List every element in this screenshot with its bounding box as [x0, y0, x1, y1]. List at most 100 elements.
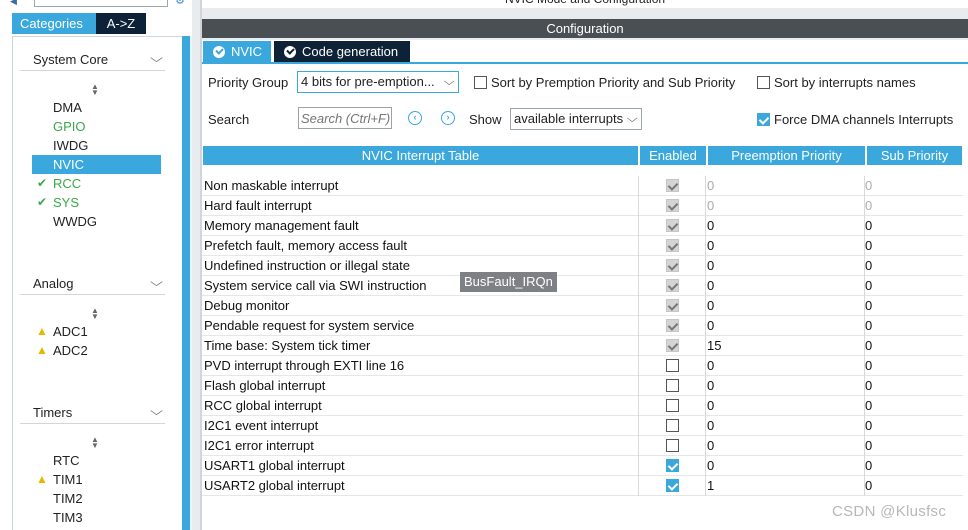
table-row[interactable]: I2C1 error interrupt 0 0: [202, 436, 963, 456]
preemption-priority-cell[interactable]: 15: [707, 336, 721, 356]
preemption-priority-cell[interactable]: 1: [707, 476, 714, 496]
enabled-checkbox[interactable]: [666, 419, 679, 432]
column-header-sub-priority[interactable]: Sub Priority: [867, 146, 962, 165]
column-header-interrupt[interactable]: NVIC Interrupt Table: [203, 146, 638, 165]
gear-icon[interactable]: ⚙: [175, 0, 185, 7]
configuration-title: Configuration: [202, 19, 968, 38]
collapse-arrow-icon[interactable]: ◀: [10, 0, 17, 7]
sidebar-item-tim2[interactable]: TIM2: [32, 489, 181, 508]
chevron-down-icon[interactable]: ⌵: [150, 275, 163, 290]
category-search-input[interactable]: [34, 0, 168, 7]
chevron-down-icon[interactable]: ⌵: [150, 51, 163, 66]
sidebar-item-nvic[interactable]: NVIC: [32, 155, 161, 174]
preemption-priority-cell[interactable]: 0: [707, 396, 714, 416]
tab-nvic[interactable]: NVIC: [203, 41, 271, 62]
tab-categories[interactable]: Categories: [12, 13, 96, 34]
group-header-system-core[interactable]: System Core ⌵: [20, 49, 165, 71]
table-row[interactable]: Undefined instruction or illegal state 0 0: [202, 256, 963, 276]
table-row[interactable]: RCC global interrupt 0 0: [202, 396, 963, 416]
sort-arrows-icon[interactable]: ▲ ▼: [91, 307, 99, 321]
tab-underline: [202, 62, 968, 64]
group-header-analog[interactable]: Analog ⌵: [20, 273, 165, 295]
enabled-checkbox[interactable]: [666, 479, 679, 492]
show-filter-select[interactable]: available interrupts ⌵: [510, 108, 642, 130]
preemption-priority-cell[interactable]: 0: [707, 356, 714, 376]
table-row[interactable]: Flash global interrupt 0 0: [202, 376, 963, 396]
sidebar-item-tim3[interactable]: TIM3: [32, 508, 181, 527]
preemption-priority-cell[interactable]: 0: [707, 216, 714, 236]
group-header-timers[interactable]: Timers ⌵: [20, 402, 165, 424]
sub-priority-cell[interactable]: 0: [865, 236, 872, 256]
search-next-button[interactable]: ›: [441, 111, 455, 125]
sub-priority-cell[interactable]: 0: [865, 396, 872, 416]
sidebar-item-gpio[interactable]: GPIO: [32, 117, 181, 136]
sub-priority-cell[interactable]: 0: [865, 356, 872, 376]
table-row[interactable]: Hard fault interrupt 0 0: [202, 196, 963, 216]
sort-arrows-icon[interactable]: ▲ ▼: [91, 436, 99, 450]
preemption-priority-cell[interactable]: 0: [707, 416, 714, 436]
table-row[interactable]: Non maskable interrupt 0 0: [202, 176, 963, 196]
table-row[interactable]: System service call via SWI instruction 0…: [202, 276, 963, 296]
preemption-priority-cell[interactable]: 0: [707, 236, 714, 256]
sidebar-item-rtc[interactable]: RTC: [32, 451, 181, 470]
tab-a-to-z[interactable]: A->Z: [96, 13, 146, 34]
search-previous-button[interactable]: ‹: [408, 111, 422, 125]
preemption-priority-cell[interactable]: 0: [707, 316, 714, 336]
preemption-priority-cell[interactable]: 0: [707, 296, 714, 316]
table-row[interactable]: I2C1 event interrupt 0 0: [202, 416, 963, 436]
sidebar-item-adc1[interactable]: ▲ ADC1: [32, 322, 181, 341]
sidebar-item-iwdg[interactable]: IWDG: [32, 136, 181, 155]
column-header-enabled[interactable]: Enabled: [640, 146, 706, 165]
column-divider: [638, 336, 639, 356]
sidebar-item-adc2[interactable]: ▲ ADC2: [32, 341, 181, 360]
force-dma-checkbox[interactable]: [757, 113, 770, 126]
sub-priority-cell[interactable]: 0: [865, 416, 872, 436]
search-input[interactable]: [298, 107, 392, 129]
sub-priority-cell[interactable]: 0: [865, 256, 872, 276]
sub-priority-cell[interactable]: 0: [865, 216, 872, 236]
sidebar-item-rcc[interactable]: ✔ RCC: [32, 174, 181, 193]
enabled-checkbox[interactable]: [666, 399, 679, 412]
preemption-priority-cell[interactable]: 0: [707, 456, 714, 476]
table-row[interactable]: PVD interrupt through EXTI line 16 0 0: [202, 356, 963, 376]
chevron-down-icon[interactable]: ⌵: [150, 404, 163, 419]
sort-premption-checkbox[interactable]: [474, 76, 487, 89]
table-row[interactable]: Time base: System tick timer 15 0: [202, 336, 963, 356]
table-row[interactable]: Memory management fault 0 0: [202, 216, 963, 236]
tab-code-generation[interactable]: Code generation: [274, 41, 410, 62]
sub-priority-cell[interactable]: 0: [865, 336, 872, 356]
sub-priority-cell[interactable]: 0: [865, 476, 872, 496]
sort-arrows-icon[interactable]: ▲ ▼: [91, 83, 99, 97]
table-row[interactable]: Pendable request for system service 0 0: [202, 316, 963, 336]
sidebar-item-wwdg[interactable]: WWDG: [32, 212, 181, 231]
table-row[interactable]: Prefetch fault, memory access fault 0 0: [202, 236, 963, 256]
priority-group-select[interactable]: 4 bits for pre-emption... ⌵: [297, 71, 459, 93]
preemption-priority-cell[interactable]: 0: [707, 256, 714, 276]
show-filter-value: available interrupts: [514, 111, 624, 126]
sub-priority-cell[interactable]: 0: [865, 376, 872, 396]
sub-priority-cell[interactable]: 0: [865, 436, 872, 456]
sub-priority-cell[interactable]: 0: [865, 456, 872, 476]
sort-names-checkbox[interactable]: [757, 76, 770, 89]
column-header-preemption[interactable]: Preemption Priority: [708, 146, 865, 165]
enabled-checkbox[interactable]: [666, 459, 679, 472]
enabled-checkbox[interactable]: [666, 439, 679, 452]
table-row[interactable]: USART2 global interrupt 1 0: [202, 476, 963, 496]
preemption-priority-cell[interactable]: 0: [707, 436, 714, 456]
preemption-priority-cell[interactable]: 0: [707, 376, 714, 396]
column-divider: [705, 336, 706, 356]
sub-priority-cell[interactable]: 0: [865, 316, 872, 336]
enabled-checkbox[interactable]: [666, 359, 679, 372]
column-divider: [638, 416, 639, 436]
preemption-priority-cell[interactable]: 0: [707, 276, 714, 296]
table-row[interactable]: USART1 global interrupt 0 0: [202, 456, 963, 476]
interrupt-name: Prefetch fault, memory access fault: [204, 238, 408, 253]
left-scrollbar[interactable]: [182, 36, 190, 530]
sidebar-item-tim1[interactable]: ▲ TIM1: [32, 470, 181, 489]
sub-priority-cell[interactable]: 0: [865, 276, 872, 296]
sidebar-item-sys[interactable]: ✔ SYS: [32, 193, 181, 212]
sidebar-item-dma[interactable]: DMA: [32, 98, 181, 117]
enabled-checkbox[interactable]: [666, 379, 679, 392]
sub-priority-cell[interactable]: 0: [865, 296, 872, 316]
table-row[interactable]: Debug monitor 0 0: [202, 296, 963, 316]
